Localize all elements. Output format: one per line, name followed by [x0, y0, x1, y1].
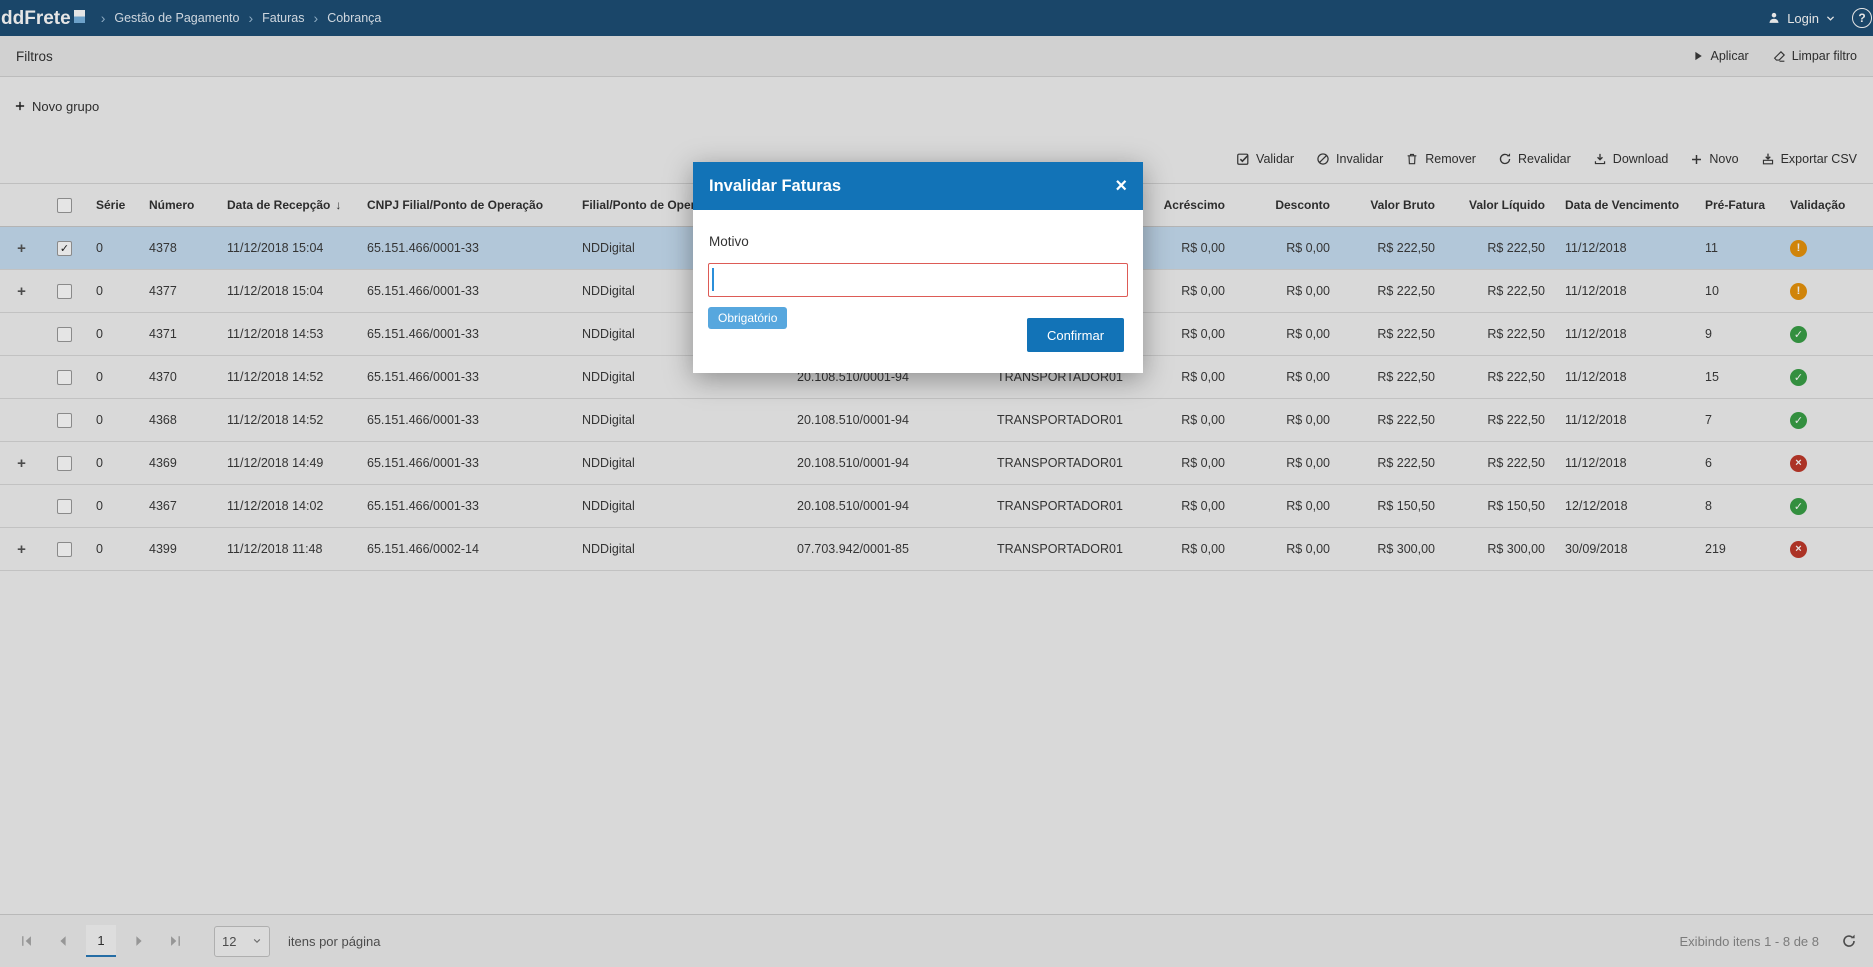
modal-title: Invalidar Faturas — [709, 176, 842, 195]
confirm-button[interactable]: Confirmar — [1027, 318, 1124, 352]
close-icon[interactable]: × — [1115, 176, 1127, 196]
modal-header: Invalidar Faturas × — [693, 162, 1143, 210]
motivo-label: Motivo — [709, 234, 749, 249]
modal-backdrop — [0, 0, 1873, 967]
invalidate-invoices-modal: Invalidar Faturas × Motivo Obrigatório C… — [693, 162, 1143, 373]
text-cursor — [712, 268, 714, 291]
motivo-input[interactable] — [708, 263, 1128, 297]
required-tooltip: Obrigatório — [708, 307, 788, 329]
modal-body: Motivo Obrigatório Confirmar — [693, 210, 1143, 373]
